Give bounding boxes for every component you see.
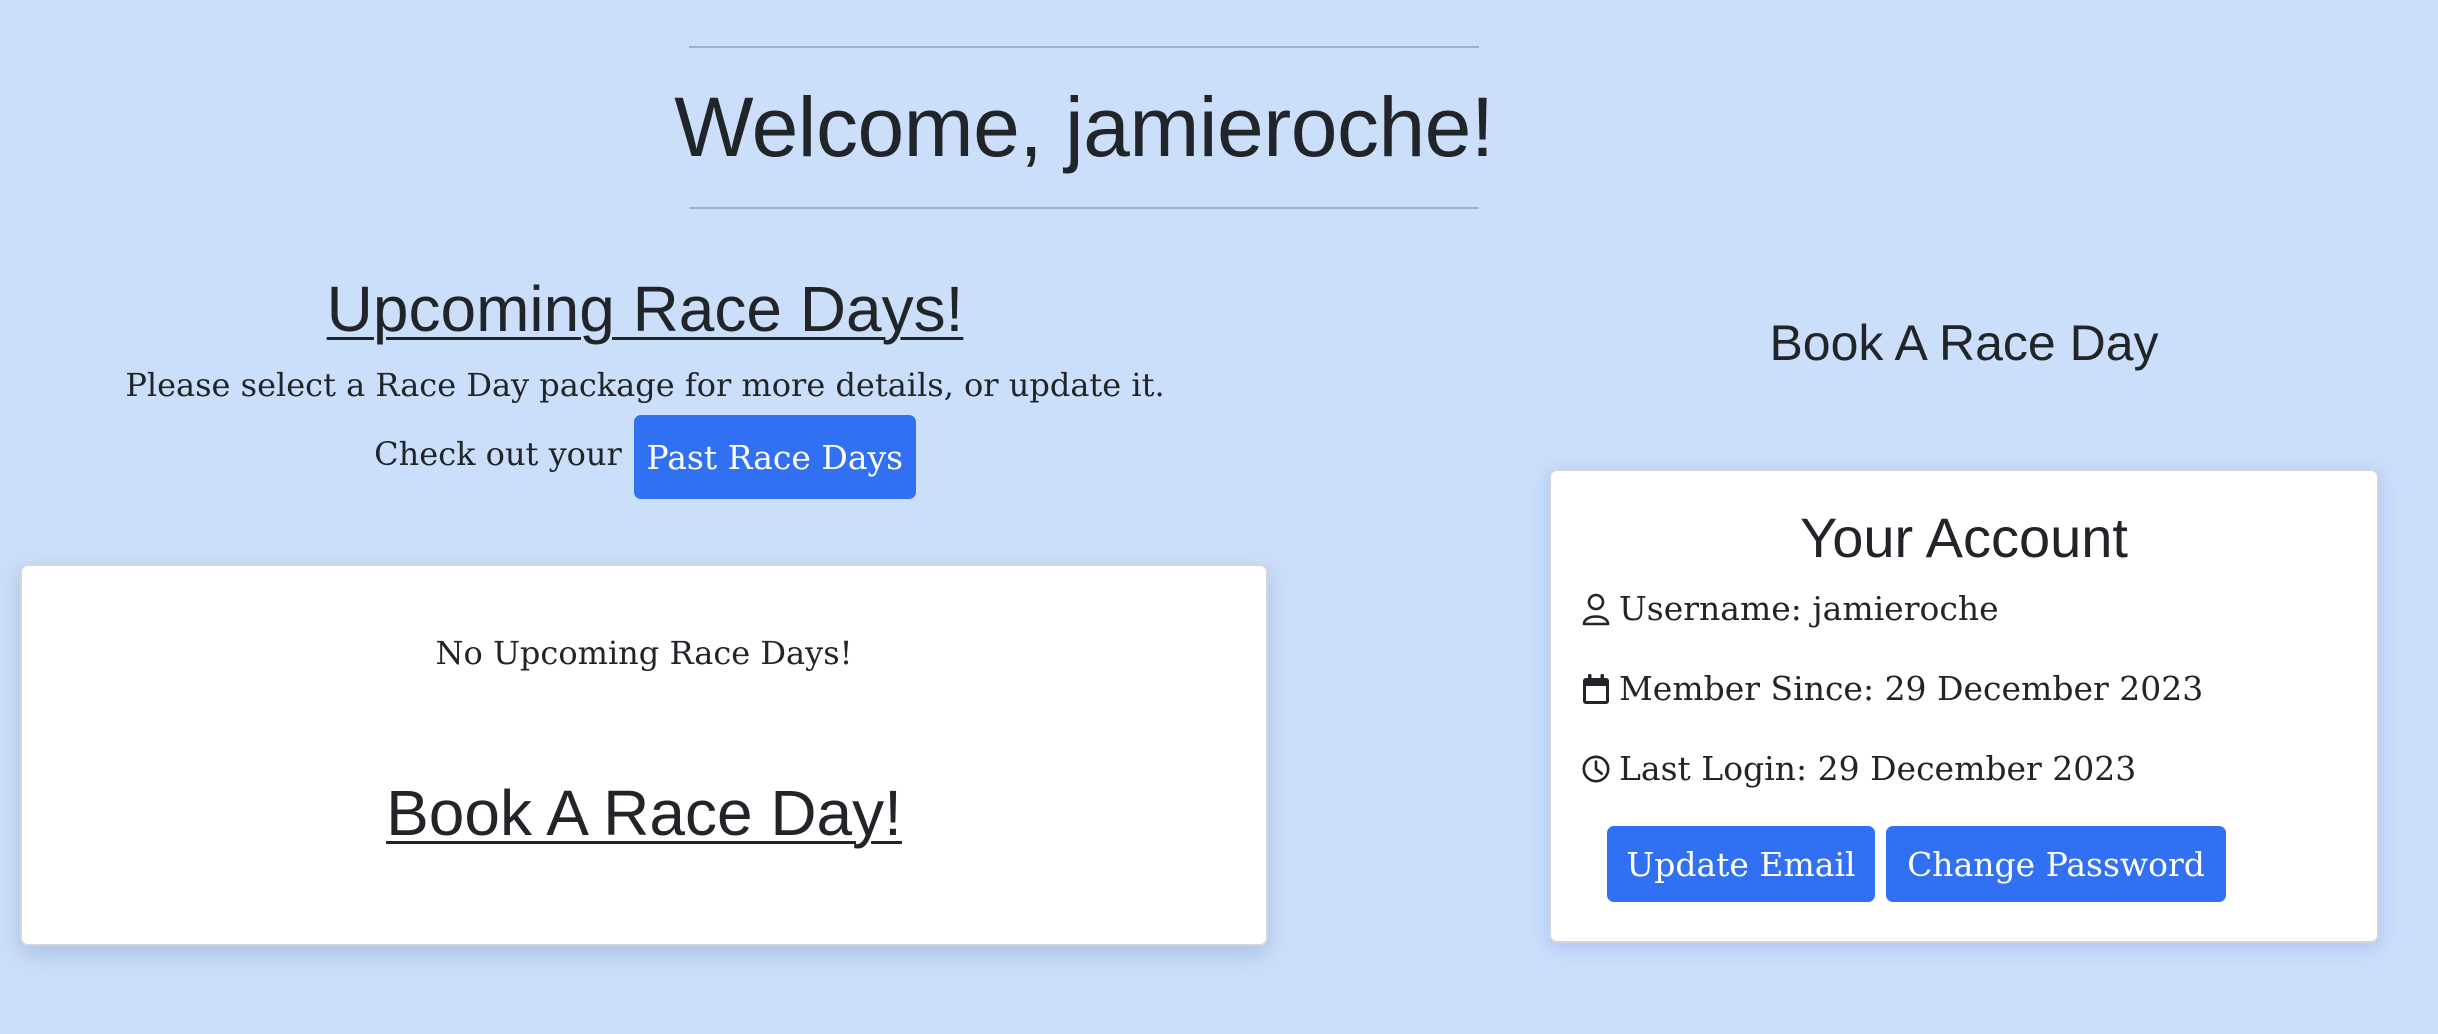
select-package-text: Please select a Race Day package for mor…: [125, 366, 1165, 404]
clock-icon: [1581, 752, 1611, 786]
upcoming-race-days-card: No Upcoming Race Days! Book A Race Day!: [20, 564, 1268, 946]
username-text: Username: jamieroche: [1619, 589, 1999, 628]
account-card: Your Account Username: jamieroche Member: [1549, 469, 2379, 943]
check-out-text: Check out your: [374, 435, 622, 473]
update-email-button[interactable]: Update Email: [1607, 826, 1875, 902]
page: Welcome, jamieroche! Upcoming Race Days!…: [0, 0, 2438, 1034]
welcome-banner: Welcome, jamieroche!: [674, 46, 1494, 209]
book-race-day-link[interactable]: Book A Race Day!: [22, 776, 1266, 850]
calendar-icon: [1581, 672, 1611, 706]
past-race-days-button[interactable]: Past Race Days: [633, 415, 916, 499]
username-row: Username: jamieroche: [1581, 589, 1999, 628]
account-title: Your Account: [1800, 506, 2128, 569]
no-upcoming-text: No Upcoming Race Days!: [435, 634, 853, 672]
past-race-days-row: Check out your Past Race Days: [20, 415, 1270, 499]
account-actions: Update Email Change Password: [1607, 826, 2226, 902]
welcome-title: Welcome, jamieroche!: [674, 80, 1494, 174]
person-icon: [1581, 592, 1611, 626]
member-since-row: Member Since: 29 December 2023: [1581, 669, 2203, 708]
member-since-text: Member Since: 29 December 2023: [1619, 669, 2204, 708]
change-password-button[interactable]: Change Password: [1886, 826, 2226, 902]
upcoming-race-days-heading: Upcoming Race Days!: [326, 273, 964, 345]
book-race-day-heading: Book A Race Day: [1769, 315, 2159, 371]
last-login-text: Last Login: 29 December 2023: [1619, 749, 2137, 788]
last-login-row: Last Login: 29 December 2023: [1581, 749, 2136, 788]
